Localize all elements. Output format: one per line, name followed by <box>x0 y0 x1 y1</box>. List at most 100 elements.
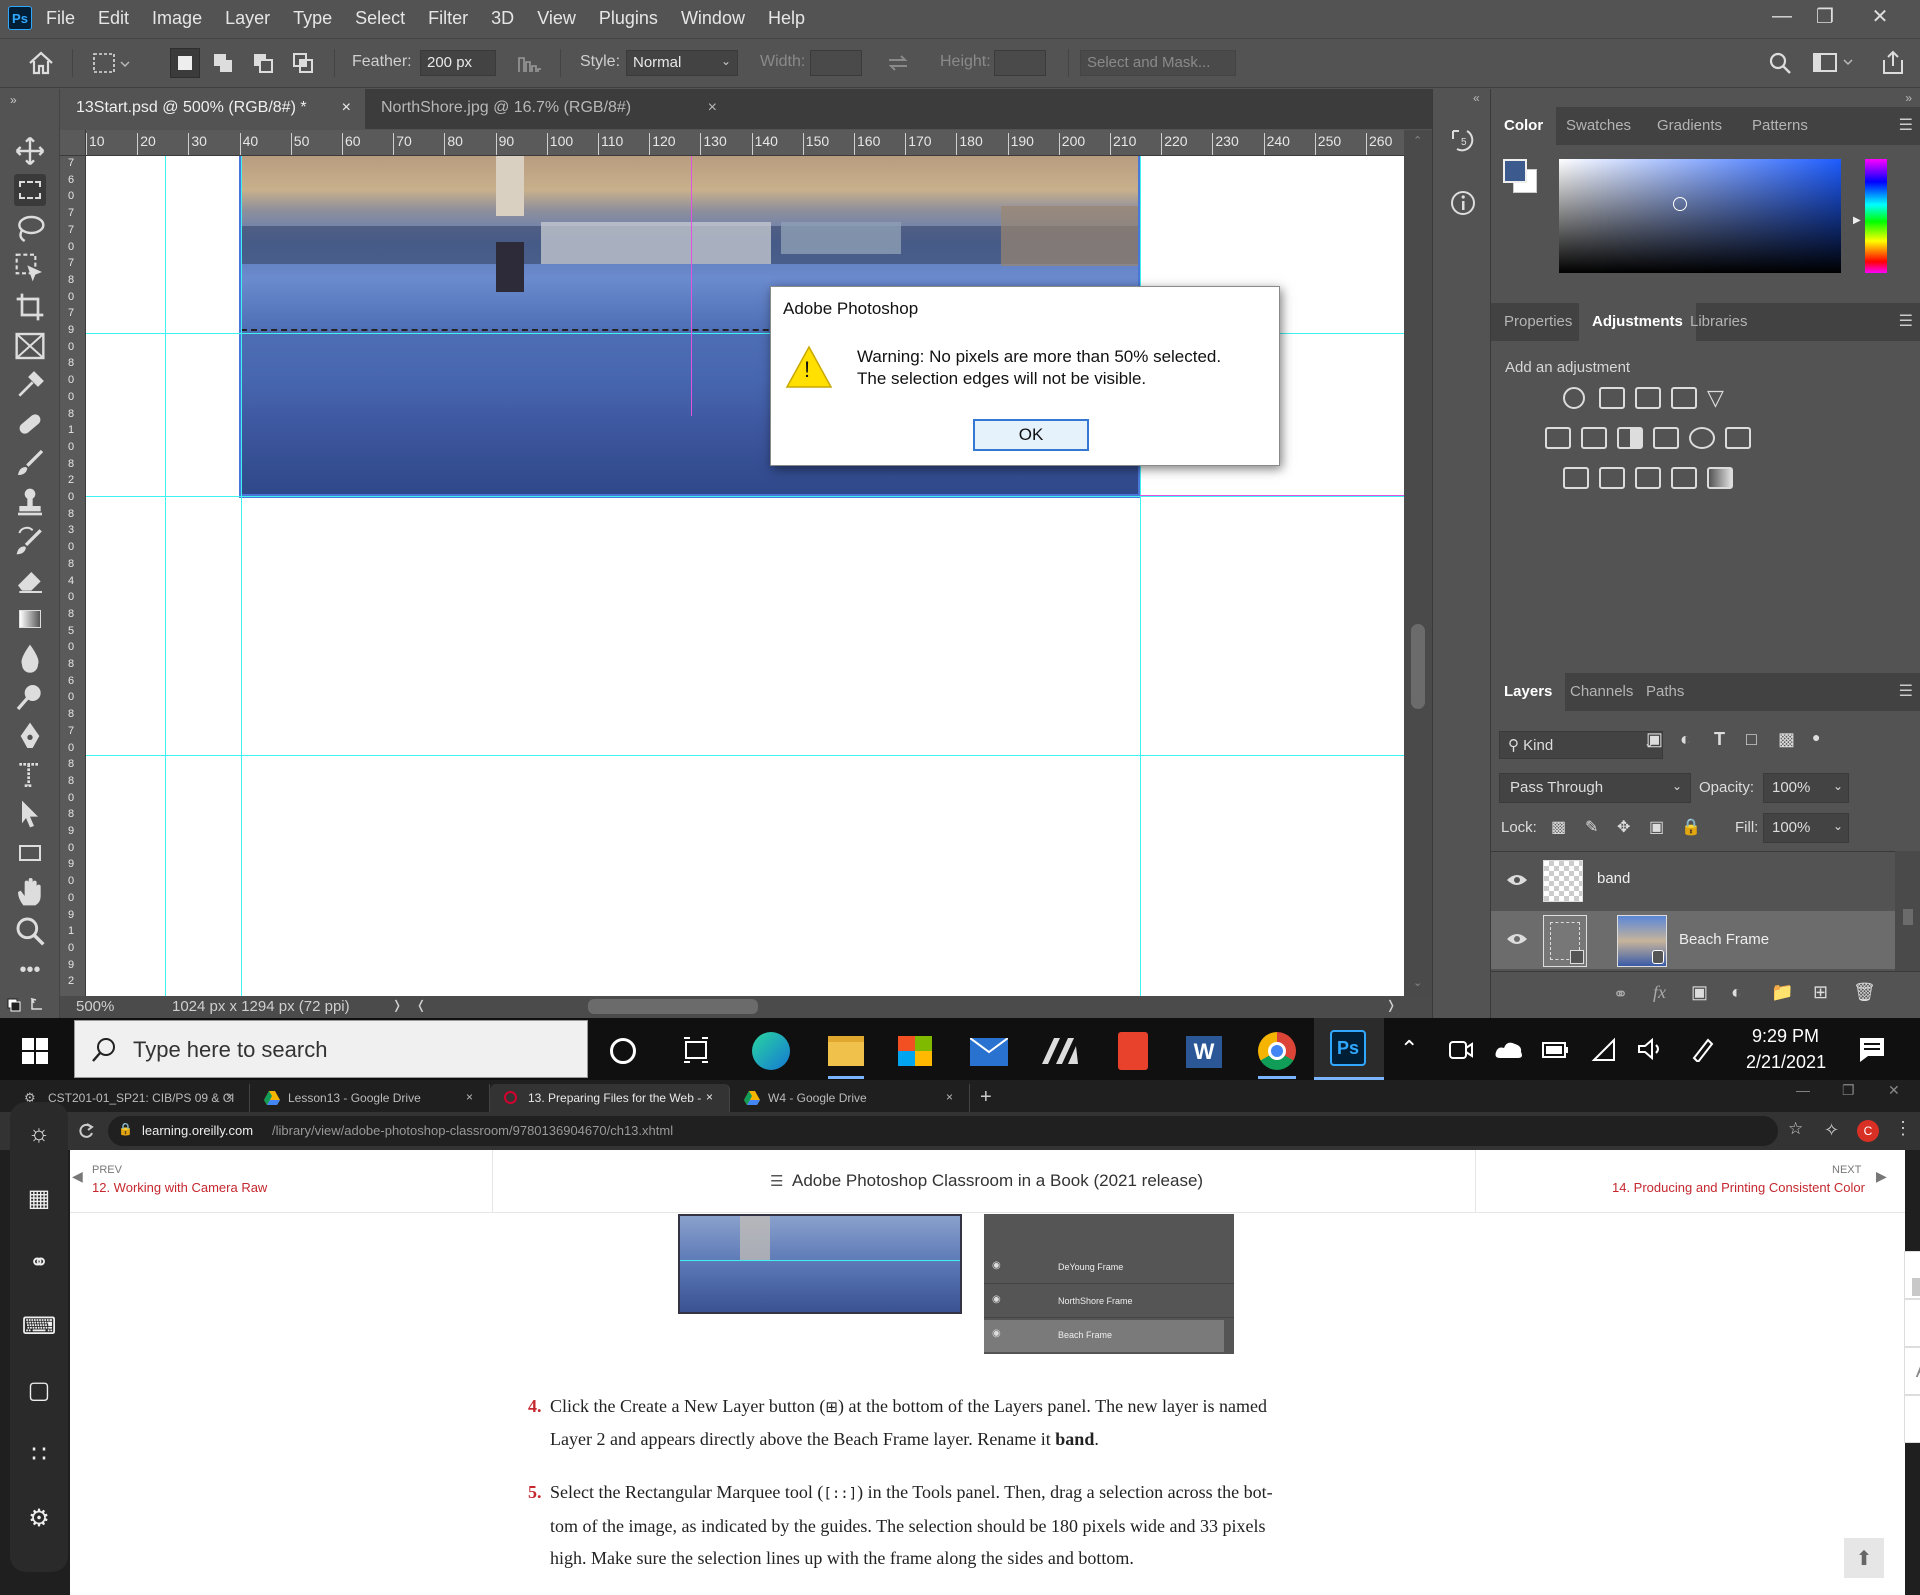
close-tab-icon[interactable]: × <box>342 99 351 117</box>
book-title-link[interactable]: Adobe Photoshop Classroom in a Book (202… <box>792 1171 1203 1191</box>
fx-icon[interactable]: fx <box>1653 982 1666 1003</box>
black-white-icon[interactable] <box>1617 427 1643 449</box>
task-view-icon[interactable] <box>682 1036 710 1064</box>
profile-avatar[interactable]: C <box>1857 1120 1879 1142</box>
show-hidden-icons-icon[interactable]: ⌃ <box>1400 1036 1418 1062</box>
status-menu-arrow-icon[interactable]: ❭ <box>392 998 402 1012</box>
lock-transparency-icon[interactable]: ▩ <box>1551 817 1566 837</box>
eyedropper-tool-icon[interactable] <box>14 369 46 401</box>
fill-input[interactable]: 100% ⌄ <box>1763 813 1849 843</box>
layer-name[interactable]: band <box>1597 870 1630 887</box>
hand-tool-icon[interactable] <box>14 876 46 908</box>
menu-layer[interactable]: Layer <box>225 8 270 29</box>
shape-filter-icon[interactable]: □ <box>1746 729 1757 750</box>
scroll-down-icon[interactable]: ⌄ <box>1413 976 1422 989</box>
new-selection-button[interactable] <box>170 48 200 78</box>
brush-tool-icon[interactable] <box>14 447 46 479</box>
tab-properties[interactable]: Properties <box>1491 303 1585 341</box>
more-tools-icon[interactable]: ••• <box>14 954 46 986</box>
levels-icon[interactable] <box>1599 387 1625 409</box>
restore-button[interactable]: ❐ <box>1800 0 1850 32</box>
color-balance-icon[interactable] <box>1581 427 1607 449</box>
dodge-tool-icon[interactable] <box>14 681 46 713</box>
collapse-strip-icon[interactable]: « <box>1473 91 1480 105</box>
add-mask-icon[interactable]: ▣ <box>1691 982 1708 1003</box>
object-selection-tool-icon[interactable] <box>14 252 46 284</box>
color-swatches-icon[interactable] <box>6 995 46 1015</box>
chevron-down-icon[interactable]: ⌄ <box>1833 779 1843 793</box>
clone-stamp-tool-icon[interactable] <box>14 486 46 518</box>
visibility-eye-icon[interactable] <box>1505 931 1529 947</box>
marquee-preset-icon[interactable] <box>92 52 132 76</box>
close-tab-icon[interactable]: × <box>708 99 717 117</box>
channel-mixer-icon[interactable] <box>1689 427 1715 449</box>
chevron-down-icon[interactable]: ⌄ <box>1833 819 1843 833</box>
menu-plugins[interactable]: Plugins <box>599 8 658 29</box>
tab-13start[interactable]: 13Start.psd @ 500% (RGB/8#) * × <box>60 89 365 129</box>
hscroll-left-icon[interactable]: ❬ <box>416 998 426 1012</box>
vibrance-icon[interactable]: ▽ <box>1707 387 1724 409</box>
browser-close-button[interactable]: ✕ <box>1888 1082 1900 1099</box>
clock-date[interactable]: 2/21/2021 <box>1746 1052 1826 1073</box>
tab-oreilly[interactable]: 13. Preparing Files for the Web - × <box>490 1084 730 1112</box>
smart-object-filter-icon[interactable]: ▩ <box>1778 729 1795 750</box>
link-icon[interactable]: ⚭ <box>25 1248 53 1276</box>
lasso-tool-icon[interactable] <box>14 213 46 245</box>
tab-patterns[interactable]: Patterns <box>1739 107 1821 145</box>
link-layers-icon[interactable]: ⚭ <box>1613 984 1628 1005</box>
menu-view[interactable]: View <box>537 8 576 29</box>
scroll-up-icon[interactable]: ⌃ <box>1413 134 1422 147</box>
hscroll-right-icon[interactable]: ❭ <box>1386 998 1396 1012</box>
selective-color-icon[interactable] <box>1671 467 1697 489</box>
tab-color[interactable]: Color <box>1491 107 1557 145</box>
chrome-icon[interactable] <box>1258 1032 1296 1070</box>
mail-icon[interactable] <box>969 1037 1009 1066</box>
history-brush-tool-icon[interactable] <box>14 525 46 557</box>
new-group-icon[interactable]: 📁 <box>1771 982 1793 1003</box>
color-lookup-icon[interactable] <box>1725 427 1751 449</box>
meet-now-icon[interactable] <box>1448 1038 1474 1062</box>
browser-restore-button[interactable]: ❐ <box>1842 1082 1855 1099</box>
notifications-icon[interactable] <box>1858 1036 1886 1064</box>
pen-workspace-icon[interactable] <box>1690 1036 1716 1062</box>
tab-gradients[interactable]: Gradients <box>1644 107 1735 145</box>
subtract-selection-icon[interactable] <box>252 52 276 74</box>
color-field[interactable] <box>1559 159 1841 273</box>
edge-icon[interactable] <box>752 1032 790 1070</box>
tab-northshore[interactable]: NorthShore.jpg @ 16.7% (RGB/8#) × <box>365 89 735 129</box>
info-panel-icon[interactable] <box>1449 189 1477 217</box>
next-chapter-link[interactable]: 14. Producing and Printing Consistent Co… <box>1612 1180 1865 1195</box>
word-icon[interactable]: W <box>1186 1036 1222 1068</box>
pen-tool-icon[interactable] <box>14 720 46 752</box>
toc-icon[interactable]: ☰ <box>770 1172 783 1190</box>
rectangle-tool-icon[interactable] <box>14 837 46 869</box>
lock-all-icon[interactable]: 🔒 <box>1681 817 1701 837</box>
curves-icon[interactable] <box>1635 387 1661 409</box>
start-icon[interactable] <box>22 1038 48 1064</box>
photo-filter-icon[interactable] <box>1653 427 1679 449</box>
height-input[interactable] <box>994 50 1046 76</box>
volume-icon[interactable] <box>1636 1036 1664 1062</box>
delete-layer-icon[interactable]: 🗑 <box>1853 982 1876 1003</box>
swap-icon[interactable] <box>886 53 910 73</box>
toc-list-icon[interactable]: ☰ <box>1904 1299 1920 1347</box>
foreground-color-swatch[interactable] <box>1503 159 1527 183</box>
style-select[interactable]: Normal ⌄ <box>626 50 738 76</box>
type-tool-icon[interactable] <box>14 759 46 791</box>
document-canvas[interactable] <box>86 156 1404 996</box>
reload-icon[interactable] <box>78 1123 94 1139</box>
new-tab-button[interactable]: + <box>980 1086 992 1109</box>
layers-scrollbar[interactable] <box>1895 851 1920 971</box>
panel-menu-icon[interactable]: ☰ <box>1899 311 1913 331</box>
display-icon[interactable]: ▢ <box>25 1376 53 1404</box>
prev-chapter-link[interactable]: 12. Working with Camera Raw <box>92 1180 267 1195</box>
ok-button[interactable]: OK <box>973 419 1089 451</box>
visibility-eye-icon[interactable] <box>1505 872 1529 888</box>
tab-swatches[interactable]: Swatches <box>1553 107 1644 145</box>
layer-name[interactable]: Beach Frame <box>1679 931 1769 948</box>
invert-icon[interactable] <box>1563 467 1589 489</box>
history-panel-icon[interactable]: 5 <box>1449 127 1477 155</box>
close-tab-icon[interactable]: × <box>226 1090 233 1104</box>
hue-slider[interactable] <box>1865 159 1887 273</box>
collapse-tools-icon[interactable]: » <box>10 93 17 107</box>
